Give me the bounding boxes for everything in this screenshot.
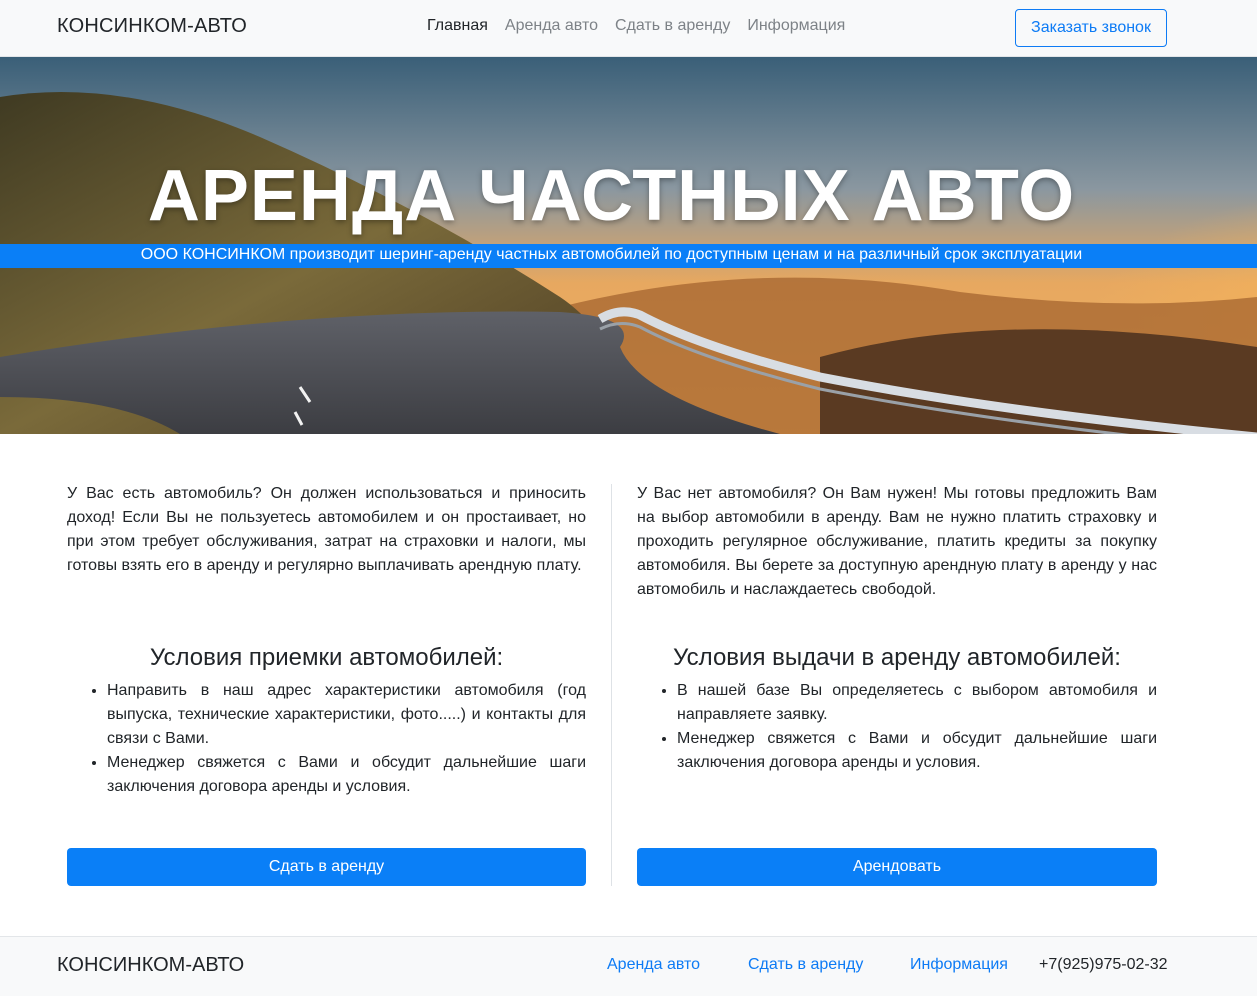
- list-item: Направить в наш адрес характеристики авт…: [107, 679, 586, 751]
- footer-link-rent-car[interactable]: Аренда авто: [607, 956, 700, 974]
- footer-brand[interactable]: КОНСИНКОМ-АВТО: [57, 954, 244, 977]
- list-item: В нашей базе Вы определяетесь с выбором …: [677, 679, 1157, 727]
- nav-rent-car[interactable]: Аренда авто: [505, 17, 598, 35]
- owner-column: У Вас есть автомобиль? Он должен использ…: [67, 482, 586, 795]
- hero-banner: АРЕНДА ЧАСТНЫХ АВТО ООО КОНСИНКОМ произв…: [0, 57, 1257, 434]
- nav-home[interactable]: Главная: [427, 17, 488, 35]
- renter-description: У Вас нет автомобиля? Он Вам нужен! Мы г…: [637, 485, 1157, 598]
- list-item: Менеджер свяжется с Вами и обсудит дальн…: [677, 727, 1157, 775]
- owner-conditions-heading: Условия приемки автомобилей:: [149, 644, 504, 671]
- rent-button[interactable]: Арендовать: [637, 848, 1157, 886]
- order-call-button[interactable]: Заказать звонок: [1015, 9, 1167, 47]
- footer-link-lease-out[interactable]: Сдать в аренду: [748, 956, 863, 974]
- footer: КОНСИНКОМ-АВТО Аренда авто Сдать в аренд…: [0, 936, 1257, 996]
- owner-description: У Вас есть автомобиль? Он должен использ…: [67, 485, 586, 574]
- hero-title: АРЕНДА ЧАСТНЫХ АВТО: [147, 156, 1076, 236]
- top-navbar: КОНСИНКОМ-АВТО Главная Аренда авто Сдать…: [0, 0, 1257, 57]
- footer-phone: +7(925)975-02-32: [1039, 956, 1168, 973]
- lease-out-button[interactable]: Сдать в аренду: [67, 848, 586, 886]
- renter-conditions-heading: Условия выдачи в аренду автомобилей:: [673, 644, 1121, 671]
- footer-link-info[interactable]: Информация: [910, 956, 1008, 974]
- hero-subtitle: ООО КОНСИНКОМ производит шеринг-аренду ч…: [140, 246, 1083, 263]
- nav-lease-out[interactable]: Сдать в аренду: [615, 17, 730, 35]
- nav-info[interactable]: Информация: [747, 17, 845, 35]
- renter-conditions-list: В нашей базе Вы определяетесь с выбором …: [637, 679, 1157, 775]
- brand-logo[interactable]: КОНСИНКОМ-АВТО: [57, 15, 247, 38]
- owner-conditions-list: Направить в наш адрес характеристики авт…: [67, 679, 586, 799]
- main-nav: Главная Аренда авто Сдать в аренду Инфор…: [427, 17, 845, 35]
- list-item: Менеджер свяжется с Вами и обсудит дальн…: [107, 751, 586, 799]
- renter-column: У Вас нет автомобиля? Он Вам нужен! Мы г…: [637, 482, 1157, 771]
- column-divider: [611, 484, 612, 886]
